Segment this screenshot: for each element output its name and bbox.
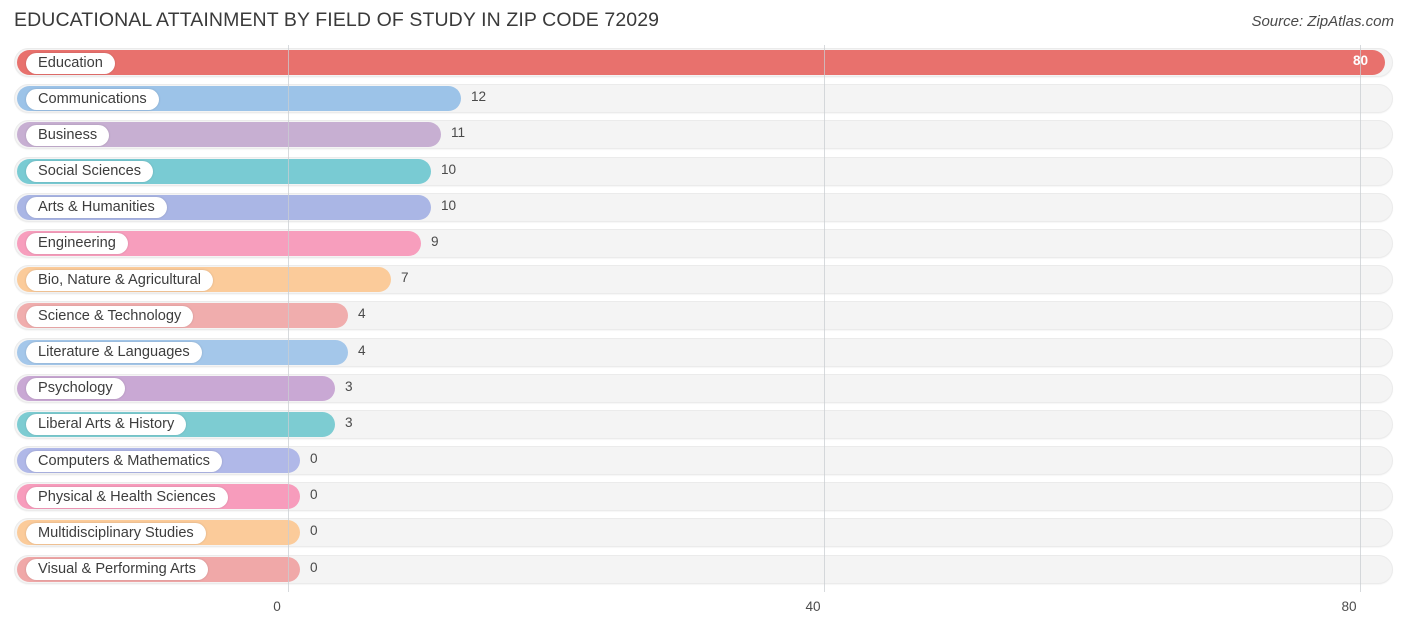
value-label: 3: [345, 378, 353, 394]
value-label: 7: [401, 270, 409, 286]
value-label: 80: [1353, 53, 1369, 68]
page-title: EDUCATIONAL ATTAINMENT BY FIELD OF STUDY…: [14, 9, 660, 31]
value-label: 0: [310, 487, 318, 503]
category-label: Bio, Nature & Agricultural: [26, 269, 214, 291]
bar-row[interactable]: Computers & Mathematics 0: [0, 443, 1406, 479]
x-tick-label: 0: [273, 599, 281, 614]
category-label: Literature & Languages: [26, 342, 202, 363]
source-attribution: Source: ZipAtlas.com: [1251, 13, 1394, 30]
category-label: Computers & Mathematics: [26, 450, 222, 472]
category-label: Physical & Health Sciences: [26, 486, 228, 508]
value-label: 0: [310, 451, 318, 467]
bar-row[interactable]: Arts & Humanities 10: [0, 190, 1406, 226]
value-label: 10: [441, 161, 457, 177]
category-label: Social Sciences: [26, 161, 154, 183]
bar-row[interactable]: Bio, Nature & Agricultural 7: [0, 262, 1406, 298]
category-label: Liberal Arts & History: [26, 414, 187, 436]
value-label: 4: [358, 306, 366, 322]
category-label: Education: [26, 52, 115, 74]
bar-rows: Education 80 Communications 12 Business 11 Soc…: [0, 45, 1406, 588]
bar-row[interactable]: Multidisciplinary Studies 0: [0, 515, 1406, 551]
bar-row[interactable]: Visual & Performing Arts 0: [0, 552, 1406, 588]
bar-row[interactable]: Education 80: [0, 45, 1406, 81]
bar-row[interactable]: Engineering 9: [0, 226, 1406, 262]
bar-row[interactable]: Science & Technology 4: [0, 298, 1406, 334]
bar-row[interactable]: Psychology 3: [0, 371, 1406, 407]
value-label: 0: [310, 523, 318, 539]
bar-row[interactable]: Physical & Health Sciences 0: [0, 479, 1406, 515]
value-label: 4: [358, 342, 366, 358]
bar-row[interactable]: Communications 12: [0, 81, 1406, 117]
chart-header: EDUCATIONAL ATTAINMENT BY FIELD OF STUDY…: [0, 0, 1406, 45]
category-label: Arts & Humanities: [26, 197, 167, 219]
x-axis: 0 40 80: [0, 595, 1406, 631]
x-tick-label: 40: [805, 599, 821, 614]
category-label: Communications: [26, 88, 159, 110]
value-label: 11: [451, 125, 466, 141]
value-label: 12: [471, 89, 487, 105]
bar-row[interactable]: Liberal Arts & History 3: [0, 407, 1406, 443]
value-label: 3: [345, 414, 353, 430]
bar-row[interactable]: Literature & Languages 4: [0, 335, 1406, 371]
bar-row[interactable]: Business 11: [0, 117, 1406, 153]
chart-plot-area: Education 80 Communications 12 Business 11 Soc…: [0, 45, 1406, 595]
value-label: 9: [431, 233, 439, 249]
value-label: 0: [310, 559, 318, 575]
value-label: 10: [441, 197, 457, 213]
value-bar[interactable]: [17, 50, 1385, 75]
category-label: Engineering: [26, 233, 128, 255]
category-label: Multidisciplinary Studies: [26, 522, 206, 544]
category-label: Visual & Performing Arts: [26, 559, 208, 581]
category-label: Science & Technology: [26, 305, 194, 327]
category-label: Psychology: [26, 378, 125, 400]
bar-row[interactable]: Social Sciences 10: [0, 154, 1406, 190]
x-tick-label: 80: [1341, 599, 1357, 614]
category-label: Business: [26, 124, 110, 146]
